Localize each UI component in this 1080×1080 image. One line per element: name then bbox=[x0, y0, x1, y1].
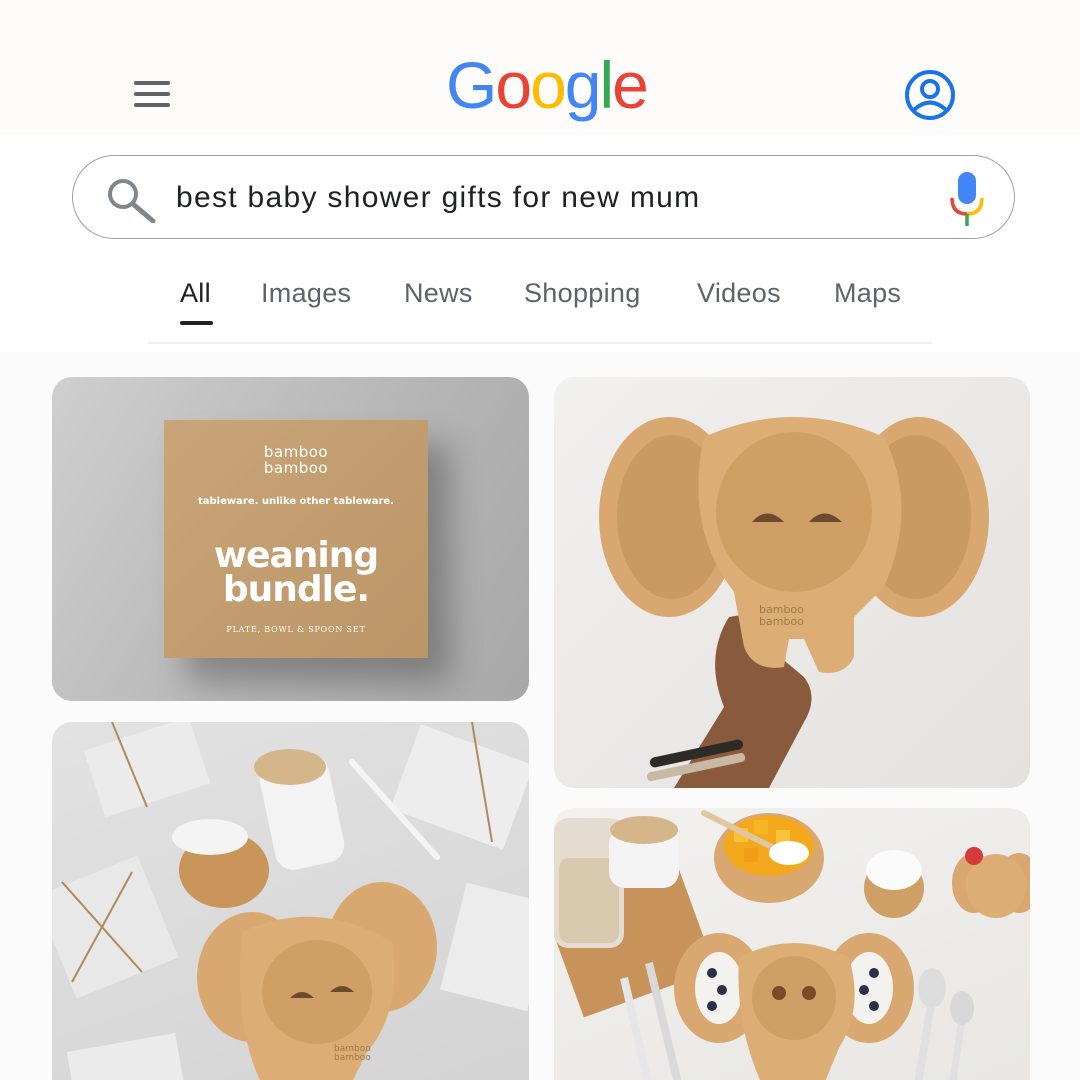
image-result-gift-flatlay[interactable]: bamboo bamboo bbox=[52, 722, 529, 1080]
meal-table-image bbox=[554, 810, 1030, 1080]
product-box-image: bamboo bamboo tableware. unlike other ta… bbox=[164, 420, 428, 658]
box-subtitle: PLATE, BOWL & SPOON SET bbox=[226, 625, 366, 634]
image-result-weaning-bundle-box[interactable]: bamboo bamboo tableware. unlike other ta… bbox=[52, 377, 529, 701]
logo-letter: G bbox=[446, 48, 497, 122]
logo-letter: g bbox=[564, 48, 602, 122]
search-tabs: All Images News Shopping Videos Maps bbox=[0, 260, 1080, 350]
gift-flatlay-image bbox=[52, 722, 529, 1080]
active-tab-indicator bbox=[180, 321, 213, 325]
app-header: Google bbox=[0, 0, 1080, 135]
menu-icon[interactable] bbox=[134, 81, 170, 107]
image-result-elephant-plate-hand[interactable]: bamboo bamboo bbox=[554, 377, 1030, 788]
google-logo[interactable]: Google bbox=[446, 52, 649, 118]
tab-maps[interactable]: Maps bbox=[834, 278, 901, 318]
logo-letter: o bbox=[495, 48, 532, 122]
logo-letter: l bbox=[599, 48, 615, 122]
plate-engraving: bamboo bbox=[334, 1053, 371, 1063]
tab-videos[interactable]: Videos bbox=[697, 278, 781, 318]
elephant-plate-image bbox=[599, 417, 989, 788]
tab-news[interactable]: News bbox=[404, 278, 473, 318]
tab-images[interactable]: Images bbox=[261, 278, 351, 318]
search-icon[interactable] bbox=[105, 177, 159, 224]
mic-icon[interactable] bbox=[949, 170, 985, 228]
image-results-grid: bamboo bamboo tableware. unlike other ta… bbox=[0, 352, 1080, 1080]
tab-all[interactable]: All bbox=[180, 278, 211, 318]
logo-letter: o bbox=[530, 48, 567, 122]
search-bar[interactable]: best baby shower gifts for new mum bbox=[72, 155, 1015, 239]
box-title: bundle. bbox=[222, 569, 370, 610]
box-tagline: tableware. unlike other tableware. bbox=[198, 496, 394, 507]
plate-engraving: bamboo bbox=[759, 615, 804, 628]
logo-letter: e bbox=[612, 48, 649, 122]
account-icon[interactable] bbox=[904, 69, 956, 121]
box-brand-text: bamboo bbox=[263, 443, 329, 461]
search-input[interactable]: best baby shower gifts for new mum bbox=[176, 178, 916, 218]
plate-engraving: bamboo bbox=[759, 603, 804, 616]
box-brand-text: bamboo bbox=[263, 459, 329, 477]
tab-shopping[interactable]: Shopping bbox=[524, 278, 641, 318]
tabs-divider bbox=[148, 342, 932, 344]
image-result-meal-table[interactable] bbox=[554, 808, 1030, 1080]
